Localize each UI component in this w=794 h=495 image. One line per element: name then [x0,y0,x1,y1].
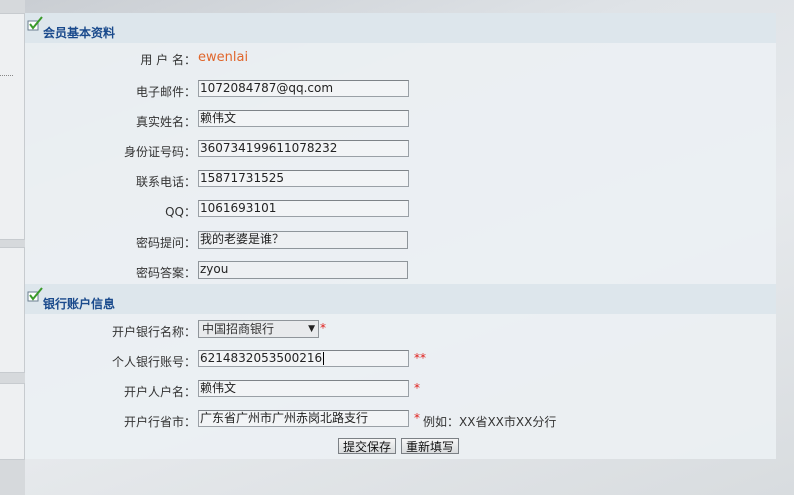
text-caret [323,352,325,365]
bank-section-header: 银行账户信息 [25,284,776,314]
qq-row: QQ： 1061693101 [25,199,776,221]
password-answer-field[interactable]: zyou [198,261,408,279]
bank-name-select[interactable]: 中国招商银行 ▼ [198,320,319,338]
edit-check-icon [27,287,43,302]
account-holder-field[interactable]: 赖伟文 [198,380,409,397]
branch-row: 开户行省市： 广东省广州市广州赤岗北路支行 * 例如：XX省XX市XX分行 [25,409,776,431]
required-star: * [414,411,420,425]
idcard-row: 身份证号码： 360734199611078232 [25,139,776,161]
sidebar-panel [0,383,25,460]
bank-name-selected: 中国招商银行 [202,322,275,336]
phone-row: 联系电话： 15871731525 [25,169,776,191]
realname-row: 真实姓名： 赖伟文 [25,109,776,131]
realname-field[interactable]: 赖伟文 [198,110,409,127]
bank-branch-field[interactable]: 广东省广州市广州赤岗北路支行 [198,410,409,427]
profile-form-panel: 会员基本资料 用 户 名： ewenlai 电子邮件： 1072084787@q… [25,13,776,459]
sidebar-divider [0,75,13,76]
answer-label: 密码答案： [135,266,196,280]
reset-form-button[interactable]: 重新填写 [401,438,460,454]
branch-label: 开户行省市： [123,415,196,429]
email-field[interactable]: 1072084787@qq.com [198,80,409,97]
question-label: 密码提问： [135,236,196,250]
username-label: 用 户 名： [140,53,196,67]
realname-label: 真实姓名： [135,115,196,129]
username-value: ewenlai [198,50,249,65]
account-row: 个人银行账号： 6214832053500216 ** [25,349,776,371]
member-section-header: 会员基本资料 [25,13,776,43]
sidebar-panel [0,247,25,373]
phone-label: 联系电话： [135,175,196,189]
qq-label: QQ： [165,205,196,219]
idcard-field[interactable]: 360734199611078232 [198,140,409,157]
bank-name-label: 开户银行名称： [111,325,196,339]
bank-name-row: 开户银行名称： 中国招商银行 ▼ * [25,319,776,341]
sidebar-panel [0,13,25,240]
dropdown-arrow-icon: ▼ [308,324,315,334]
required-star: ** [414,351,426,365]
phone-field[interactable]: 15871731525 [198,170,409,187]
holder-label: 开户人户名： [123,385,196,399]
branch-hint: 例如：XX省XX市XX分行 [423,415,557,429]
bank-account-field[interactable]: 6214832053500216 [198,350,409,367]
qq-field[interactable]: 1061693101 [198,200,409,217]
member-section-title: 会员基本资料 [43,26,116,40]
required-star: * [414,381,420,395]
edit-check-icon [27,16,43,31]
bank-section-title: 银行账户信息 [43,297,116,311]
question-row: 密码提问： 我的老婆是谁？ [25,230,776,252]
bank-account-value: 6214832053500216 [200,351,323,365]
account-label: 个人银行账号： [111,355,196,369]
password-question-field[interactable]: 我的老婆是谁？ [198,231,408,249]
answer-row: 密码答案： zyou [25,260,776,282]
required-star: * [320,321,326,335]
idcard-label: 身份证号码： [123,145,196,159]
email-row: 电子邮件： 1072084787@qq.com [25,79,776,101]
holder-row: 开户人户名： 赖伟文 * [25,379,776,401]
submit-save-button[interactable]: 提交保存 [338,438,397,454]
left-sidebar-strip [0,0,25,495]
username-row: 用 户 名： ewenlai [25,47,776,69]
email-label: 电子邮件： [135,85,196,99]
